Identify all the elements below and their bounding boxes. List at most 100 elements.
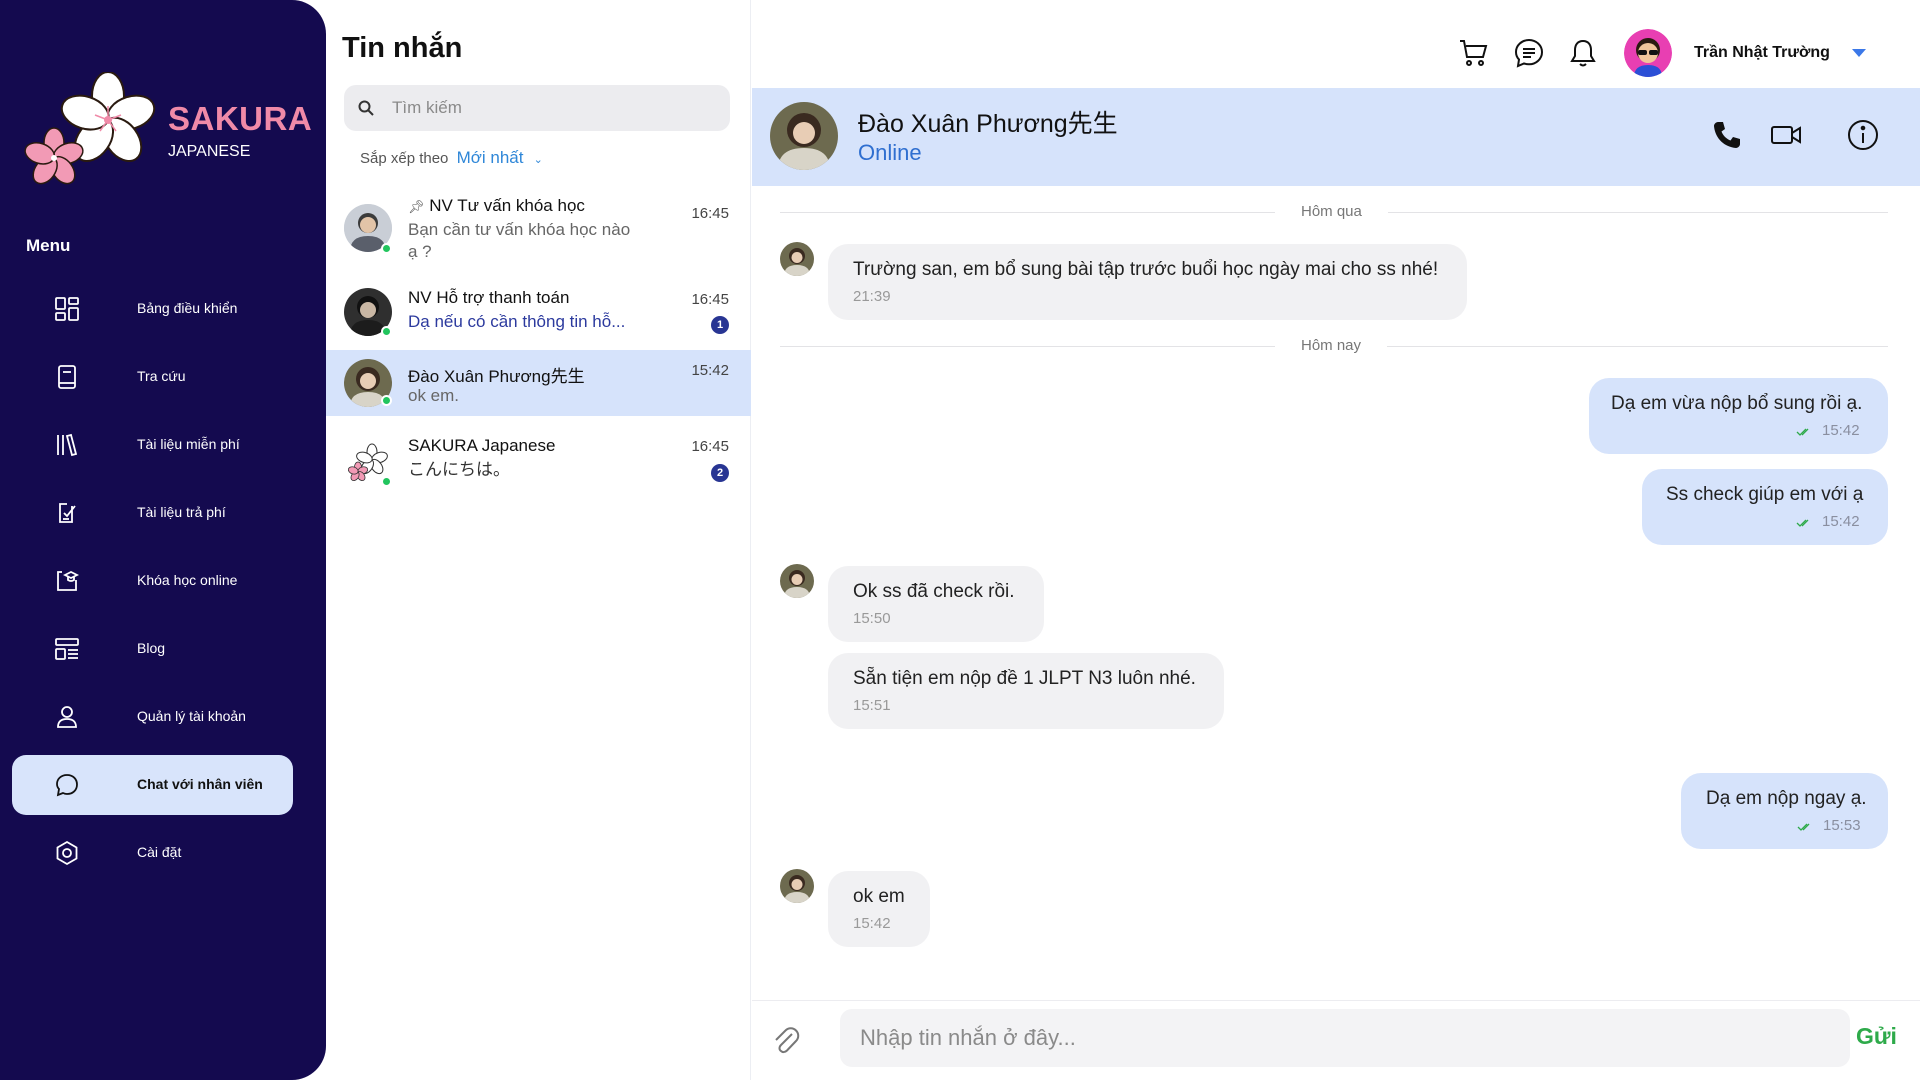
message-composer: Gửi (752, 1000, 1920, 1080)
bell-icon[interactable] (1567, 37, 1599, 69)
conversation-item-advisor[interactable]: 📌︎ NV Tư vấn khóa học Bạn cần tư vấn khó… (326, 188, 751, 268)
settings-icon (56, 840, 78, 866)
paperclip-icon[interactable] (770, 1023, 800, 1057)
message-input[interactable] (840, 1009, 1850, 1067)
sender-avatar (780, 869, 814, 903)
message-bubble-outgoing: Dạ em nộp ngay ạ. 15:53 (1681, 773, 1888, 849)
send-button[interactable]: Gửi (1856, 1023, 1897, 1050)
date-divider-label: Hôm qua (1275, 203, 1388, 220)
conversation-time: 16:45 (691, 291, 729, 308)
phone-icon[interactable] (1710, 118, 1744, 152)
online-indicator (381, 326, 392, 337)
conversation-name: Đào Xuân Phương先生 (408, 367, 585, 386)
paid-document-icon (59, 503, 76, 523)
video-call-icon[interactable] (1769, 118, 1803, 152)
sidebar-nav: Bảng điều khiển Tra cứu Tài liệu miễn ph… (0, 279, 326, 891)
message-time: 15:42 (853, 915, 891, 932)
unread-badge: 2 (711, 464, 729, 482)
user-avatar[interactable] (1624, 29, 1672, 77)
message-text: Ss check giúp em với ạ (1666, 484, 1864, 505)
search-box (344, 85, 730, 131)
notes-icon[interactable] (1513, 37, 1545, 69)
message-text: ok em (853, 886, 905, 907)
library-icon (57, 433, 78, 457)
online-indicator (381, 395, 392, 406)
message-bubble-incoming: Sẵn tiện em nộp đề 1 JLPT N3 luôn nhé. 1… (828, 653, 1224, 729)
contact-name: Đào Xuân Phương先生 (858, 110, 1118, 138)
message-time: 21:39 (853, 288, 891, 305)
conversation-preview: こんにちは。 (408, 460, 510, 479)
search-input[interactable] (390, 93, 710, 123)
sidebar-item-label: Chat với nhân viên (137, 776, 263, 792)
sidebar-item-label: Cài đặt (137, 844, 182, 860)
sender-avatar (780, 242, 814, 276)
sidebar-item-blog[interactable]: Blog (12, 619, 314, 679)
page-title: Tin nhắn (342, 32, 463, 64)
conversation-item-payment[interactable]: NV Hỗ trợ thanh toán Dạ nếu có cần thông… (326, 276, 751, 346)
conversation-time: 15:42 (691, 362, 729, 379)
sidebar-item-online-course[interactable]: Khóa học online (12, 551, 314, 611)
user-name[interactable]: Trần Nhật Trường (1694, 44, 1830, 62)
conversation-name: 📌︎ NV Tư vấn khóa học (408, 196, 585, 215)
sidebar-item-account[interactable]: Quản lý tài khoản (12, 687, 314, 747)
unread-badge: 1 (711, 316, 729, 334)
sidebar-item-label: Bảng điều khiển (137, 300, 238, 316)
conversation-time: 16:45 (691, 205, 729, 222)
message-bubble-outgoing: Dạ em vừa nộp bổ sung rồi ạ. 15:42 (1589, 378, 1888, 454)
sidebar-item-label: Tra cứu (137, 368, 186, 384)
sidebar-item-dashboard[interactable]: Bảng điều khiển (12, 279, 314, 339)
double-check-icon (1797, 823, 1810, 831)
conversation-name: NV Hỗ trợ thanh toán (408, 288, 570, 307)
sidebar-item-free-docs[interactable]: Tài liệu miễn phí (12, 415, 314, 475)
chat-icon (56, 774, 78, 797)
conversation-item-sakura[interactable]: SAKURA Japanese こんにちは。 16:45 2 (326, 426, 751, 496)
blog-icon (55, 638, 79, 660)
cart-icon[interactable] (1458, 37, 1490, 69)
sakura-logo (24, 72, 156, 185)
message-bubble-incoming: Ok ss đã check rồi. 15:50 (828, 566, 1044, 642)
message-bubble-outgoing: Ss check giúp em với ạ 15:42 (1642, 469, 1888, 545)
chat-header: Đào Xuân Phương先生 Online (752, 88, 1920, 186)
message-time: 15:53 (1823, 817, 1861, 834)
conversation-list-panel: Tin nhắn Sắp xếp theo Mới nhất ⌄ 📌︎ NV T… (326, 0, 751, 1080)
dashboard-icon (55, 297, 79, 321)
chevron-down-icon[interactable] (1852, 49, 1866, 57)
message-time: 15:42 (1822, 513, 1860, 530)
brand-subtitle: JAPANESE (168, 143, 251, 160)
menu-title: Menu (26, 236, 71, 255)
sort-value: Mới nhất (456, 148, 524, 167)
message-time: 15:50 (853, 610, 891, 627)
message-time: 15:51 (853, 697, 891, 714)
date-divider-label: Hôm nay (1275, 337, 1388, 354)
sidebar-item-settings[interactable]: Cài đặt (12, 823, 314, 883)
message-text: Sẵn tiện em nộp đề 1 JLPT N3 luôn nhé. (853, 668, 1196, 689)
chevron-down-icon: ⌄ (533, 154, 543, 166)
message-thread: Hôm qua Trường san, em bổ sung bài tập t… (752, 186, 1920, 1000)
conversation-preview: Bạn cần tư vấn khóa học nào ạ ? (408, 220, 631, 261)
sidebar-item-chat[interactable]: Chat với nhân viên (12, 755, 293, 815)
sidebar-item-label: Quản lý tài khoản (137, 708, 246, 724)
conversation-name: SAKURA Japanese (408, 436, 556, 455)
sidebar-item-label: Tài liệu trả phí (137, 504, 226, 520)
online-indicator (381, 243, 392, 254)
message-bubble-incoming: Trường san, em bổ sung bài tập trước buổ… (828, 244, 1467, 320)
sidebar-item-label: Tài liệu miễn phí (137, 436, 240, 452)
user-icon (57, 706, 77, 728)
contact-status: Online (858, 140, 922, 165)
sidebar-item-lookup[interactable]: Tra cứu (12, 347, 314, 407)
conversation-time: 16:45 (691, 438, 729, 455)
sidebar-item-label: Blog (137, 640, 166, 656)
info-icon[interactable] (1846, 118, 1880, 152)
sidebar-item-paid-docs[interactable]: Tài liệu trả phí (12, 483, 314, 543)
double-check-icon (1796, 428, 1809, 436)
message-text: Dạ em vừa nộp bổ sung rồi ạ. (1611, 393, 1863, 414)
search-icon (358, 100, 374, 116)
message-time: 15:42 (1822, 422, 1860, 439)
sender-avatar (780, 564, 814, 598)
conversation-preview: ok em. (408, 386, 460, 405)
sort-control[interactable]: Sắp xếp theo Mới nhất ⌄ (360, 148, 543, 168)
message-text: Dạ em nộp ngay ạ. (1706, 788, 1867, 809)
message-bubble-incoming: ok em 15:42 (828, 871, 930, 947)
contact-avatar[interactable] (770, 102, 838, 170)
conversation-item-selected[interactable]: Đào Xuân Phương先生 ok em. 15:42 (326, 350, 751, 416)
